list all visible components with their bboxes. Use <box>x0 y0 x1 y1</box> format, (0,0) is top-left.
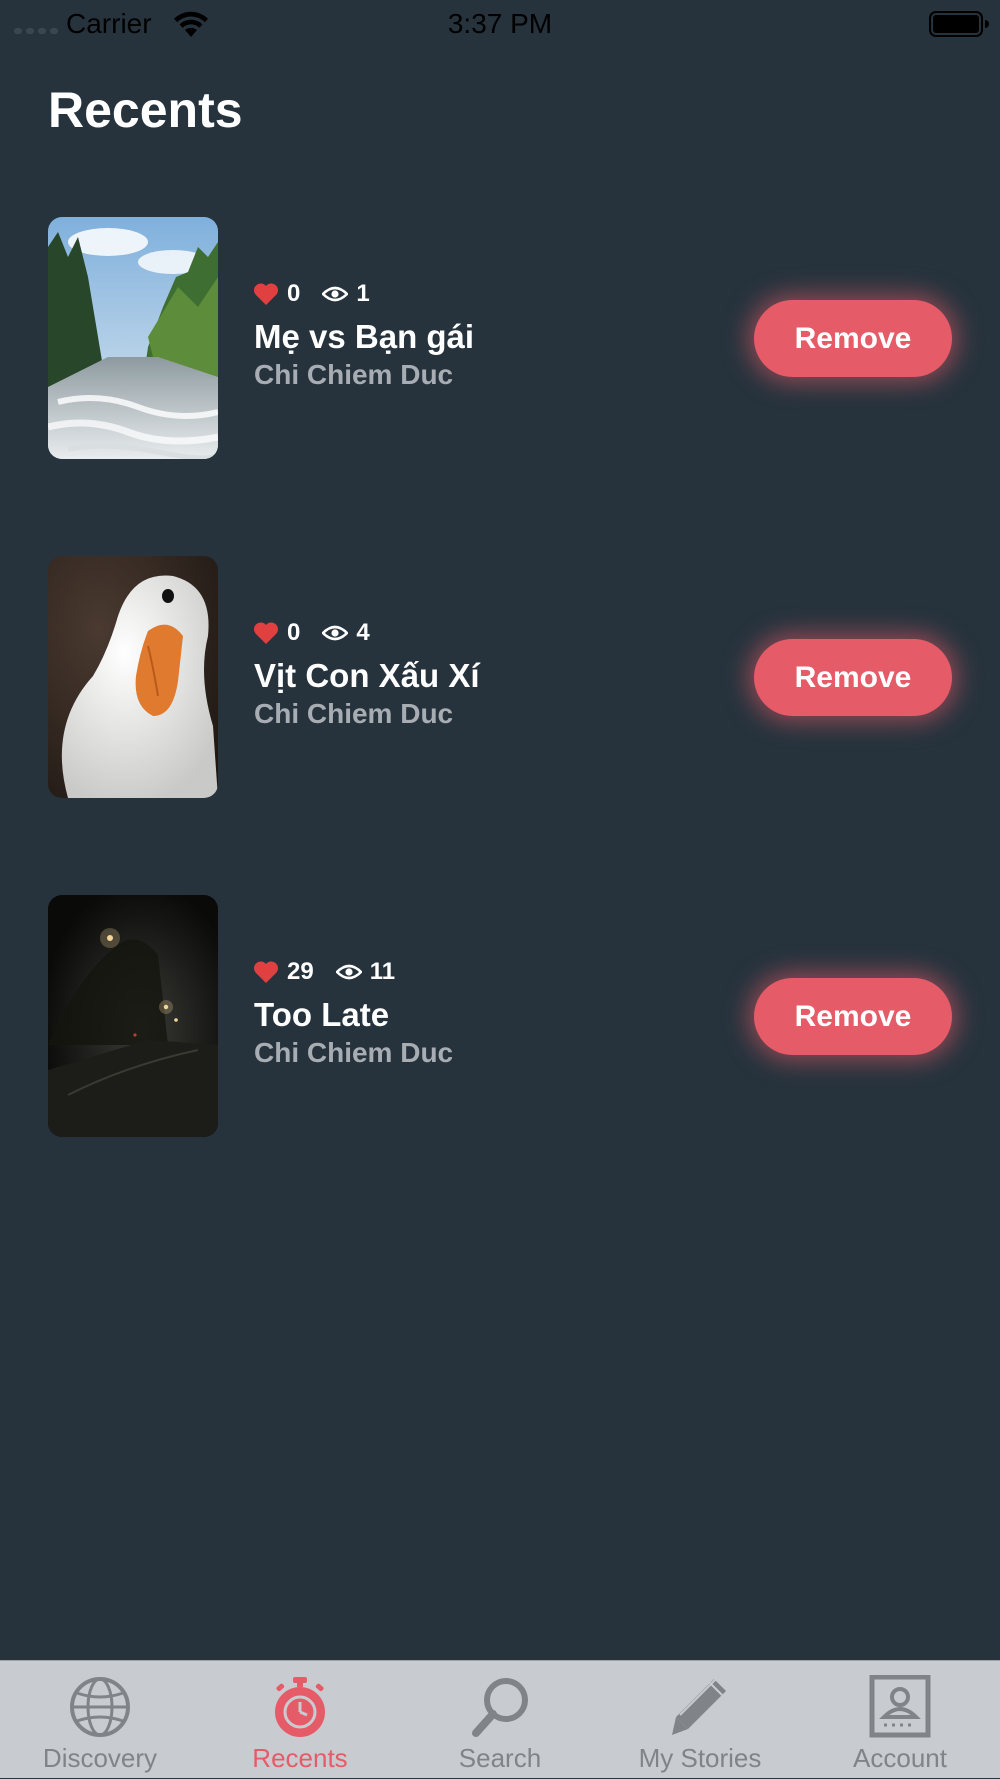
magnifier-icon <box>472 1678 528 1737</box>
eye-icon <box>335 964 362 980</box>
tab-discovery[interactable]: Discovery <box>0 1661 200 1779</box>
story-author: Chi Chiem Duc <box>254 359 454 390</box>
story-title[interactable]: Mẹ vs Bạn gái <box>254 316 474 358</box>
remove-button[interactable]: Remove <box>754 639 952 716</box>
story-stats: 0 4 <box>253 618 370 648</box>
stopwatch-icon <box>275 1677 325 1737</box>
likes-count: 0 <box>287 619 301 646</box>
story-author: Chi Chiem Duc <box>254 1037 454 1068</box>
eye-icon <box>322 625 349 641</box>
story-thumbnail[interactable] <box>48 895 218 1137</box>
remove-button[interactable]: Remove <box>754 300 952 377</box>
story-thumbnail[interactable] <box>48 556 218 798</box>
story-author: Chi Chiem Duc <box>254 698 454 729</box>
story-title[interactable]: Too Late <box>254 994 389 1036</box>
views-count: 4 <box>356 619 370 646</box>
heart-icon <box>253 961 279 983</box>
story-stats: 0 1 <box>253 279 370 309</box>
story-thumbnail[interactable] <box>48 217 218 459</box>
tab-search[interactable]: Search <box>400 1661 600 1779</box>
battery-icon <box>929 11 989 37</box>
pencil-icon <box>672 1676 726 1735</box>
likes-count: 29 <box>287 958 314 985</box>
tab-label: Discovery <box>42 1743 158 1773</box>
story-row[interactable]: 0 4 Vịt Con Xấu Xí Chi Chiem Duc Remove <box>0 556 1000 798</box>
tab-label: Account <box>853 1743 947 1773</box>
tab-recents[interactable]: Recents <box>200 1661 400 1779</box>
status-time: 3:37 PM <box>447 8 553 39</box>
heart-icon <box>253 622 279 644</box>
tab-label: My Stories <box>638 1743 762 1773</box>
account-card-icon <box>869 1675 931 1738</box>
remove-button[interactable]: Remove <box>754 978 952 1055</box>
tab-my-stories[interactable]: My Stories <box>600 1661 800 1779</box>
status-bar: Carrier 3:37 PM <box>0 0 1000 46</box>
page-title: Recents <box>48 82 243 138</box>
eye-icon <box>322 286 349 302</box>
tab-bar: Discovery Recents Search My Stories Acco… <box>0 1660 1000 1778</box>
tab-account[interactable]: Account <box>800 1661 1000 1779</box>
heart-icon <box>253 283 279 305</box>
likes-count: 0 <box>287 280 301 307</box>
globe-icon <box>70 1677 130 1737</box>
views-count: 11 <box>369 958 396 985</box>
views-count: 1 <box>356 280 370 307</box>
story-row[interactable]: 29 11 Too Late Chi Chiem Duc Remove <box>0 895 1000 1137</box>
tab-label: Search <box>458 1743 542 1773</box>
tab-label: Recents <box>252 1743 348 1773</box>
story-title[interactable]: Vịt Con Xấu Xí <box>254 655 480 697</box>
story-stats: 29 11 <box>253 957 395 987</box>
story-row[interactable]: 0 1 Mẹ vs Bạn gái Chi Chiem Duc Remove <box>0 217 1000 459</box>
